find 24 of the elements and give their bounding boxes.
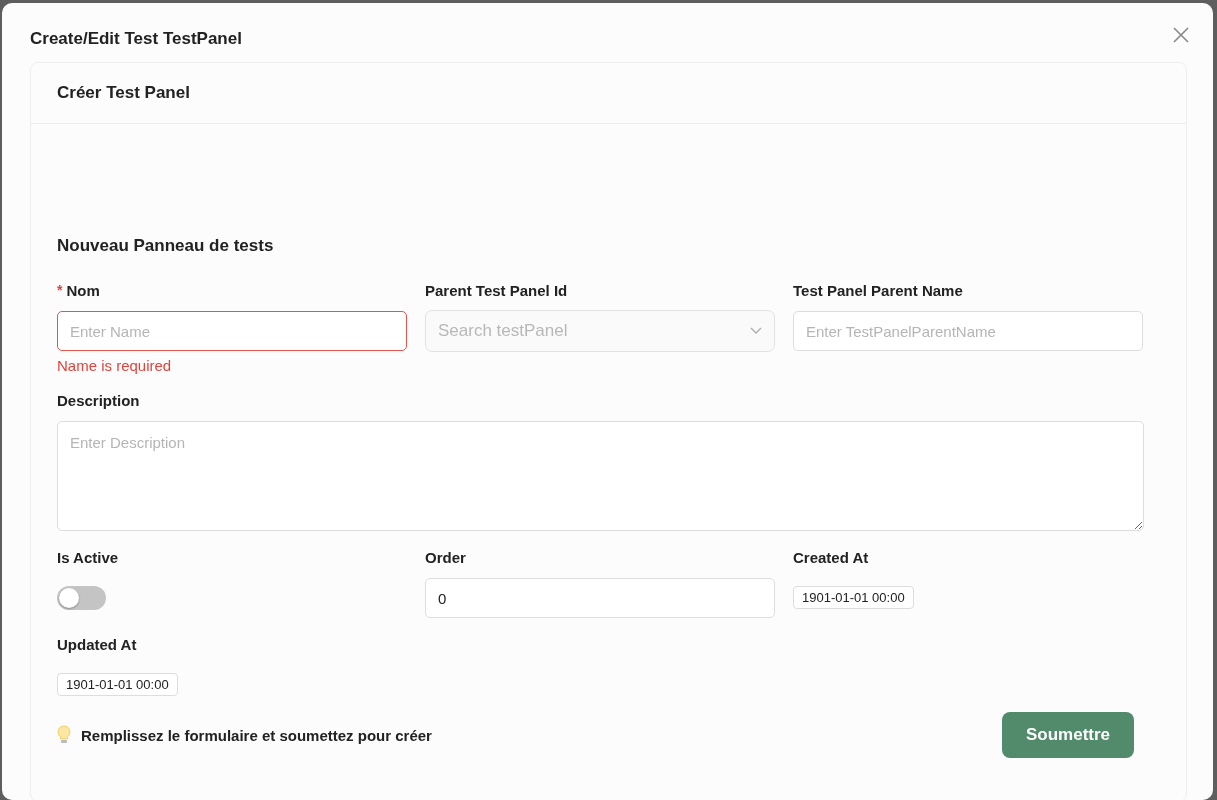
lightbulb-icon bbox=[57, 725, 71, 745]
field-label: Parent Test Panel Id bbox=[425, 280, 569, 300]
timestamp-tag: 1901-01-01 00:00 bbox=[57, 673, 178, 696]
timestamp-tag: 1901-01-01 00:00 bbox=[793, 586, 914, 609]
dialog-title: Create/Edit Test TestPanel bbox=[30, 28, 242, 50]
close-button[interactable] bbox=[1171, 25, 1191, 45]
form-title: Nouveau Panneau de tests bbox=[57, 236, 275, 256]
hint-text: Remplissez le formulaire et soumettez pour créer bbox=[81, 726, 432, 744]
field-label: Updated At bbox=[57, 634, 138, 654]
textarea-field[interactable]: Enter Description bbox=[57, 421, 1144, 531]
field-label: Is Active bbox=[57, 547, 120, 567]
field-label: * Nom bbox=[57, 280, 101, 300]
field-label: Description bbox=[57, 390, 141, 410]
field-label: Test Panel Parent Name bbox=[793, 280, 964, 300]
error-message: Name is required bbox=[57, 357, 173, 374]
text-input[interactable]: Enter Name bbox=[57, 311, 407, 351]
text-input[interactable]: 0 bbox=[425, 578, 775, 618]
field-label: Created At bbox=[793, 547, 870, 567]
required-mark: * bbox=[57, 282, 63, 298]
submit-button[interactable]: Soumettre bbox=[1002, 712, 1134, 758]
card-title: Créer Test Panel bbox=[31, 63, 1186, 124]
toggle-switch[interactable] bbox=[57, 586, 106, 610]
chevron-down-icon bbox=[750, 327, 762, 335]
field-label: Order bbox=[425, 547, 467, 567]
